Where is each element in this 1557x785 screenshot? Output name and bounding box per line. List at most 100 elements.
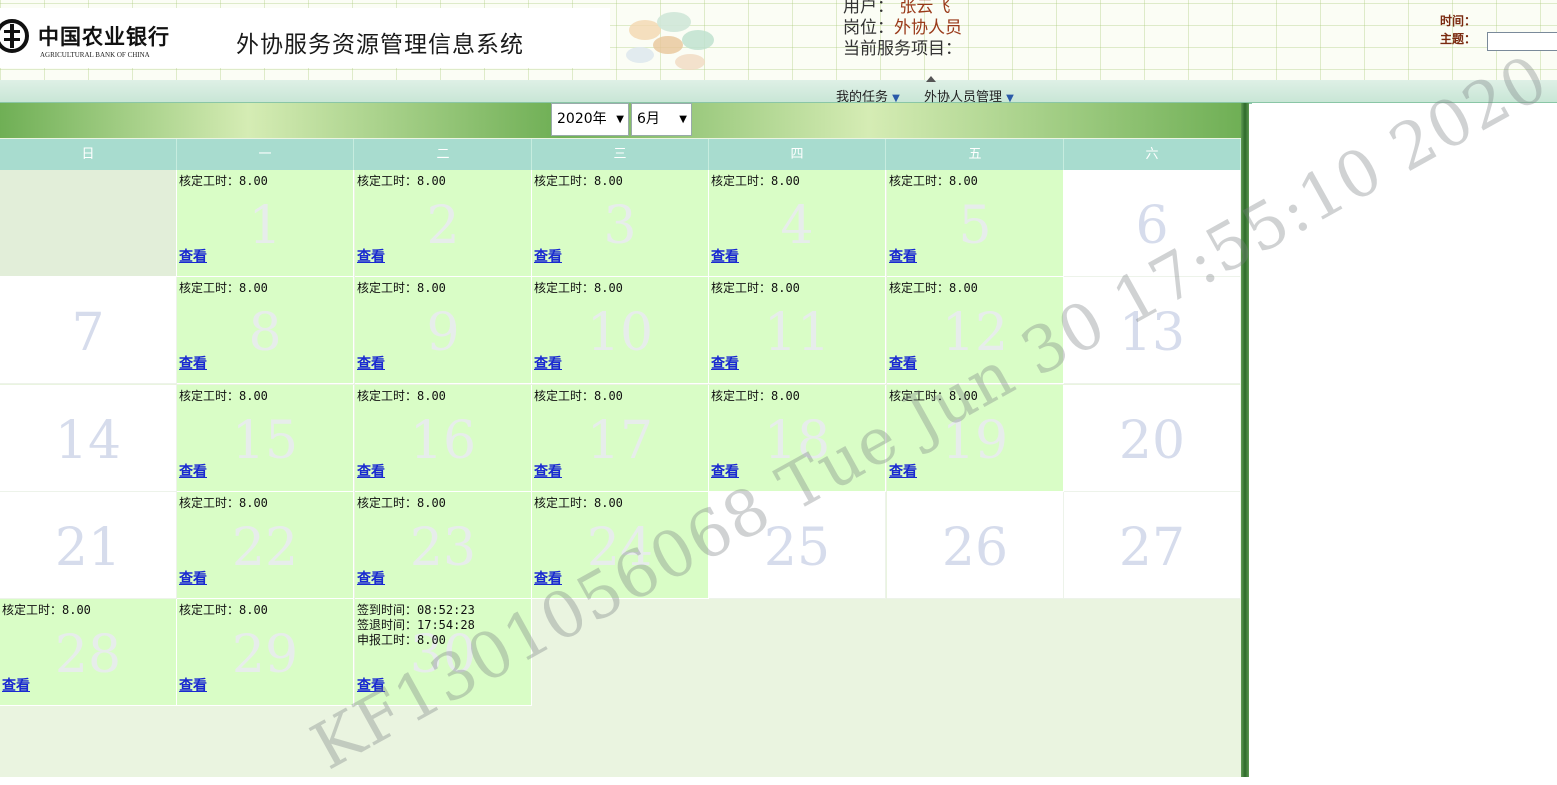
day-cell[interactable]: 10 核定工时：8.00 查看 [532,277,709,384]
day-cell[interactable]: 28 核定工时：8.00 查看 [0,599,177,706]
day-hours-info: 核定工时：8.00 [357,174,446,188]
weekday-0: 日 [0,139,177,170]
weekday-header: 日一二三四五六 [0,139,1241,170]
day-cell[interactable]: 4 核定工时：8.00 查看 [709,170,886,277]
day-hours-info: 核定工时：8.00 [357,281,446,295]
view-link[interactable]: 查看 [357,246,385,266]
day-cell[interactable]: 15 核定工时：8.00 查看 [177,385,354,492]
day-cell[interactable]: 20 [1064,385,1241,492]
day-cell[interactable]: 17 核定工时：8.00 查看 [532,385,709,492]
day-cell[interactable]: 12 核定工时：8.00 查看 [887,277,1064,384]
weekday-3: 三 [532,139,709,170]
topic-select[interactable] [1487,32,1557,51]
day-hours-info: 核定工时：8.00 [179,603,268,617]
day-cell[interactable]: 11 核定工时：8.00 查看 [709,277,886,384]
day-cell[interactable]: 1 核定工时：8.00 查看 [177,170,354,277]
day-cell[interactable]: 8 核定工时：8.00 查看 [177,277,354,384]
day-hours-info: 核定工时：8.00 [179,496,268,510]
day-hours-info: 核定工时：8.00 [889,389,978,403]
view-link[interactable]: 查看 [179,675,207,695]
view-link[interactable]: 查看 [889,353,917,373]
day-hours-info: 核定工时：8.00 [179,281,268,295]
view-link[interactable]: 查看 [179,246,207,266]
abc-logo-icon [0,19,29,53]
calendar-toolbar: 2020年 ▼ 6月 ▼ [0,103,1241,138]
bank-name-en: AGRICULTURAL BANK OF CHINA [40,51,150,59]
view-link[interactable]: 查看 [711,461,739,481]
day-cell[interactable]: 3 核定工时：8.00 查看 [532,170,709,277]
view-link[interactable]: 查看 [357,353,385,373]
view-link[interactable]: 查看 [357,568,385,588]
day-number: 14 [54,411,122,471]
view-link[interactable]: 查看 [2,675,30,695]
weekday-4: 四 [709,139,886,170]
day-hours-info: 核定工时：8.00 [357,389,446,403]
month-select[interactable]: 6月 ▼ [631,103,692,136]
view-link[interactable]: 查看 [179,568,207,588]
year-select[interactable]: 2020年 ▼ [551,103,629,136]
user-label: 用户： [843,0,894,17]
view-link[interactable]: 查看 [179,353,207,373]
system-title: 外协服务资源管理信息系统 [236,32,524,58]
time-topic-box: 时间： 主题： [1440,12,1557,51]
calendar-panel: 2020年 ▼ 6月 ▼ 日一二三四五六 1 核定工时：8.00 查看 2 核定工时：8… [0,103,1249,777]
day-cell[interactable]: 23 核定工时：8.00 查看 [355,492,532,599]
day-cell[interactable]: 16 核定工时：8.00 查看 [355,385,532,492]
view-link[interactable]: 查看 [534,353,562,373]
view-link[interactable]: 查看 [534,246,562,266]
view-link[interactable]: 查看 [889,461,917,481]
day-cell[interactable]: 6 [1064,170,1241,277]
day-hours-info: 核定工时：8.00 [534,281,623,295]
day-number: 26 [941,518,1009,578]
day-number: 6 [1135,196,1169,256]
weekday-1: 一 [177,139,354,170]
day-hours-info: 核定工时：8.00 [711,174,800,188]
view-link[interactable]: 查看 [889,246,917,266]
day-cell[interactable]: 7 [0,277,177,384]
day-cell[interactable]: 29 核定工时：8.00 查看 [177,599,354,706]
day-cell[interactable]: 14 [0,385,177,492]
collapse-arrow-icon[interactable] [926,76,936,82]
day-cell[interactable]: 26 [887,492,1064,599]
weekday-2: 二 [355,139,532,170]
day-cell[interactable]: 24 核定工时：8.00 查看 [532,492,709,599]
day-cell[interactable]: 19 核定工时：8.00 查看 [887,385,1064,492]
dropdown-arrow-icon: ▼ [679,114,687,125]
day-number: 25 [763,518,831,578]
day-number: 27 [1118,518,1186,578]
topic-label: 主题： [1440,32,1477,46]
view-link[interactable]: 查看 [711,353,739,373]
day-cell[interactable]: 5 核定工时：8.00 查看 [887,170,1064,277]
day-cell[interactable]: 18 核定工时：8.00 查看 [709,385,886,492]
day-hours-info: 核定工时：8.00 [889,174,978,188]
view-link[interactable]: 查看 [711,246,739,266]
day-cell[interactable]: 21 [0,492,177,599]
day-cell[interactable]: 25 [709,492,886,599]
view-link[interactable]: 查看 [534,568,562,588]
day-hours-info: 核定工时：8.00 [357,496,446,510]
day-cell[interactable]: 13 [1064,277,1241,384]
day-hours-info: 核定工时：8.00 [534,496,623,510]
day-number: 21 [54,518,122,578]
day-hours-info: 核定工时：8.00 [179,174,268,188]
day-cell[interactable]: 2 核定工时：8.00 查看 [355,170,532,277]
day-hours-info: 核定工时：8.00 [534,389,623,403]
project-label: 当前服务项目： [843,39,962,59]
time-label: 时间： [1440,14,1477,28]
day-number: 7 [71,303,105,363]
dropdown-arrow-icon: ▼ [616,114,624,125]
day-hours-info: 核定工时：8.00 [711,281,800,295]
day-cell[interactable]: 9 核定工时：8.00 查看 [355,277,532,384]
day-number: 13 [1118,303,1186,363]
frame-border [1241,103,1249,777]
day-cell[interactable]: 22 核定工时：8.00 查看 [177,492,354,599]
day-cell[interactable]: 27 [1064,492,1241,599]
post-value: 外协人员 [894,18,962,38]
day-hours-info: 核定工时：8.00 [889,281,978,295]
view-link[interactable]: 查看 [357,461,385,481]
view-link[interactable]: 查看 [179,461,207,481]
view-link[interactable]: 查看 [534,461,562,481]
view-link[interactable]: 查看 [357,675,385,695]
logo-area: 中国农业银行 AGRICULTURAL BANK OF CHINA 外协服务资源… [0,8,610,68]
day-cell[interactable]: 30 签到时间：08:52:23 签退时间：17:54:28 申报工时：8.00 查… [355,599,532,706]
